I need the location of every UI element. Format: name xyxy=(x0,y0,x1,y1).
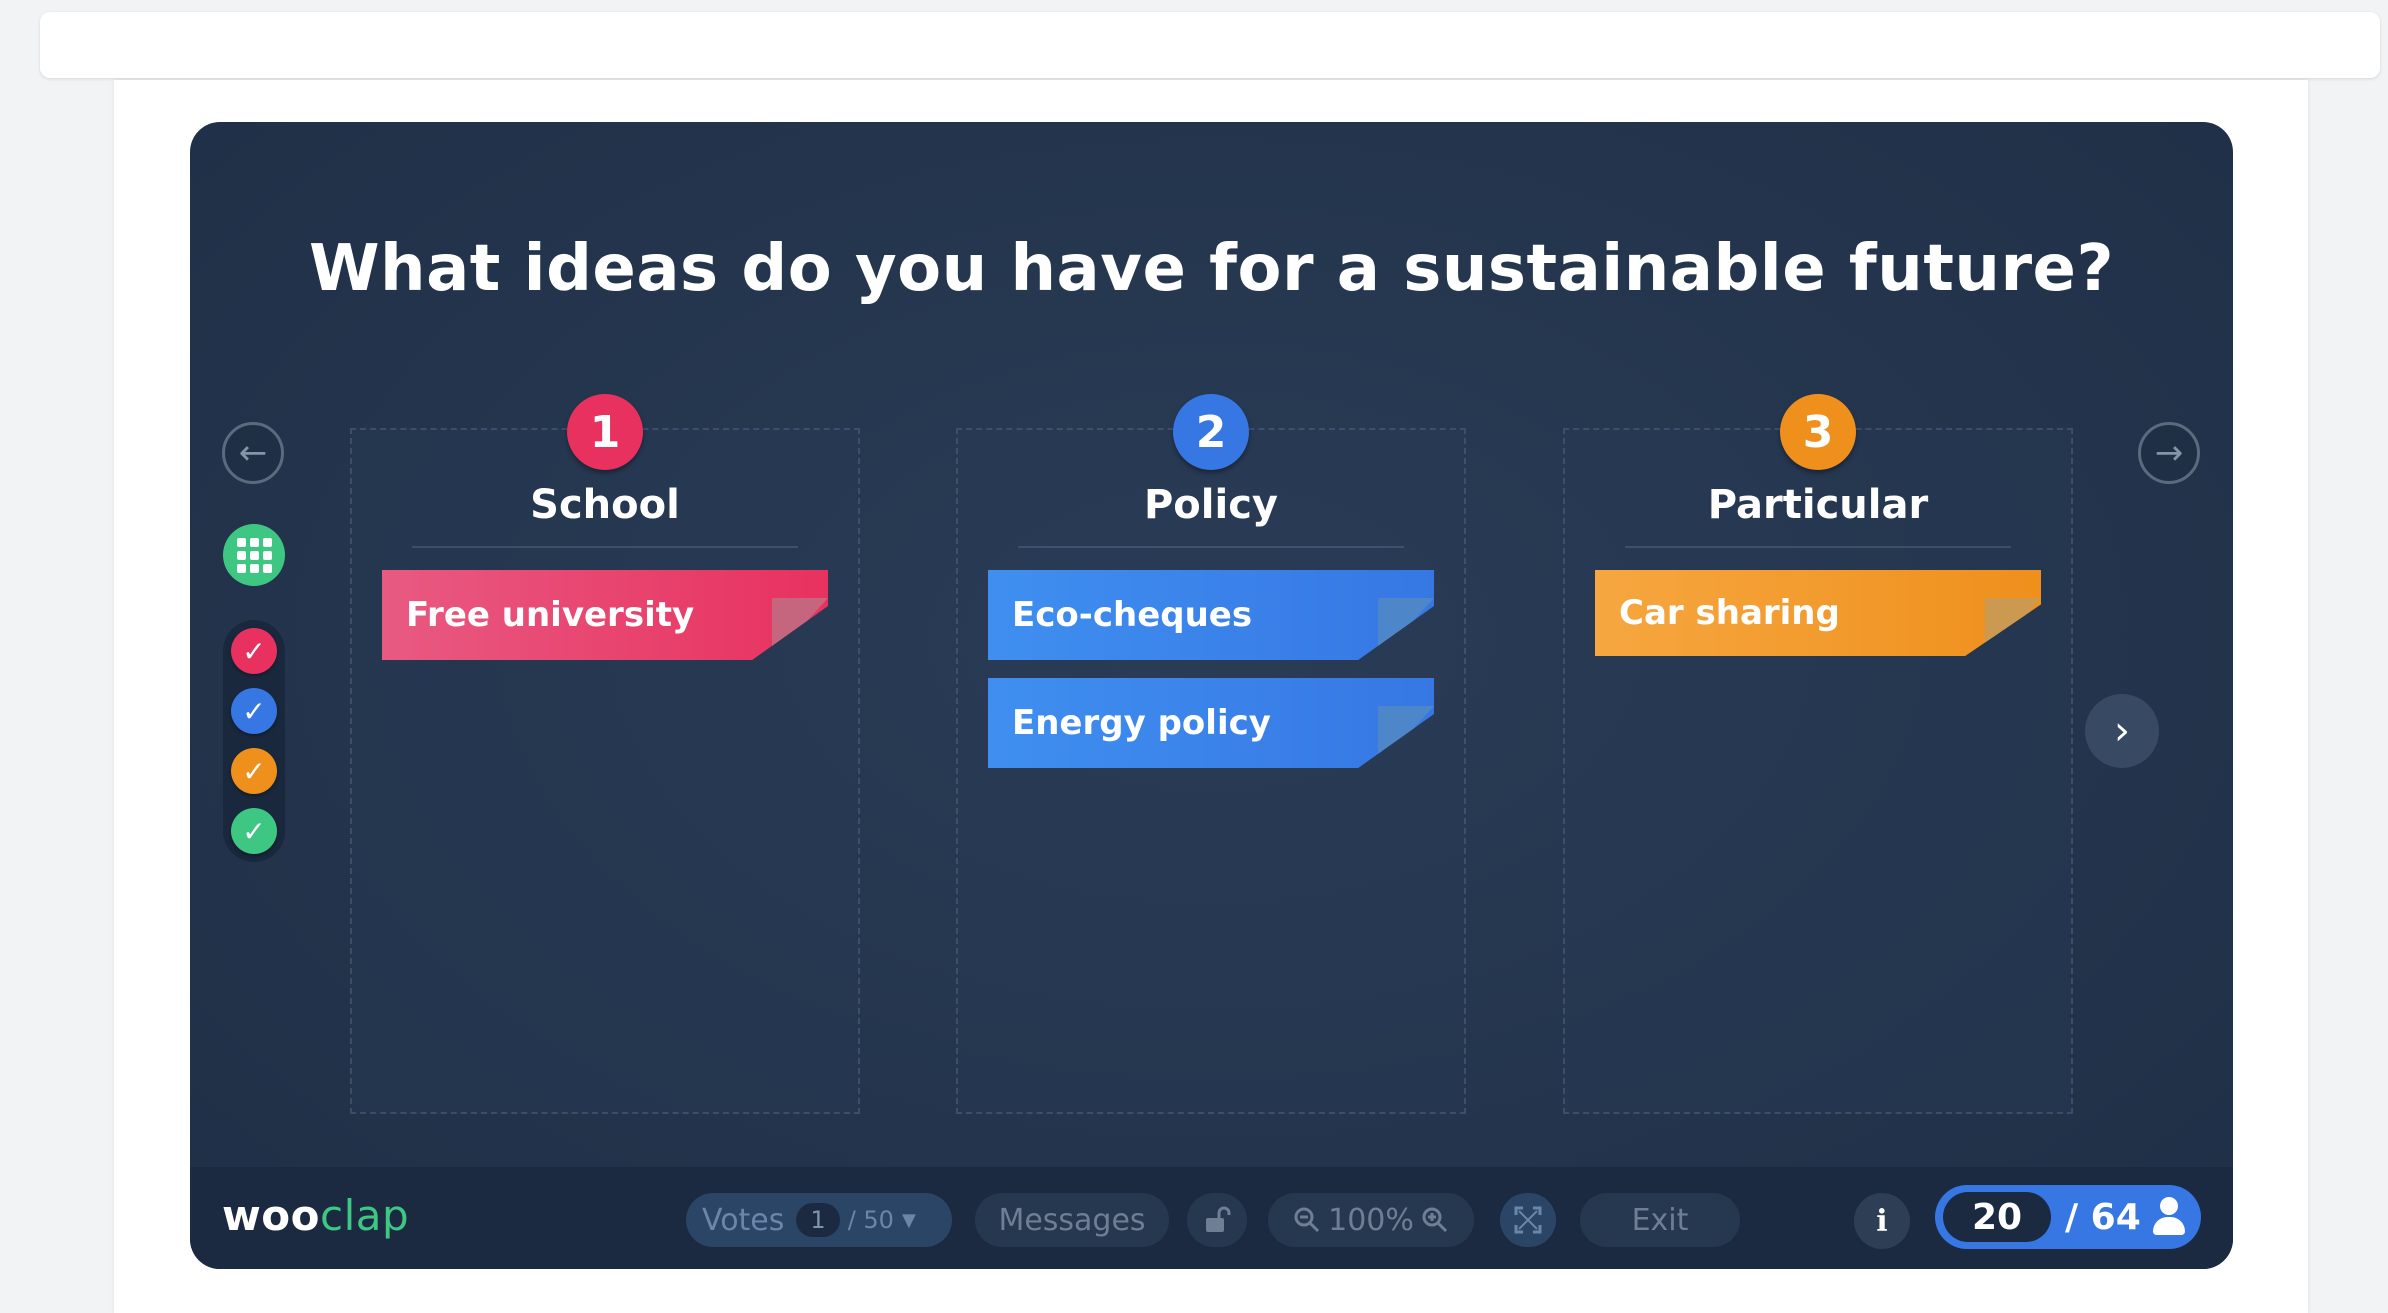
idea-text: Free university xyxy=(406,595,695,635)
category-title: Policy xyxy=(1143,482,1278,528)
votes-button[interactable]: Votes 1 / 50 ▼ xyxy=(686,1193,952,1247)
next-page-button[interactable]: › xyxy=(2085,694,2159,768)
arrow-right-icon: → xyxy=(2154,433,2184,473)
category-column-policy: 2 Policy Eco-cheques Energy policy xyxy=(956,394,1466,1114)
folded-corner xyxy=(772,598,828,660)
category-number-badge: 3 xyxy=(1780,394,1856,470)
chevron-right-icon: › xyxy=(2114,708,2130,754)
grid-icon xyxy=(236,537,272,573)
next-slide-button[interactable]: → xyxy=(2138,422,2200,484)
wooclap-logo: wooclap xyxy=(222,1191,410,1240)
messages-button[interactable]: Messages xyxy=(975,1193,1169,1247)
category-column-particular: 3 Particular Car sharing xyxy=(1563,394,2073,1114)
divider xyxy=(412,546,798,548)
unlock-icon xyxy=(1206,1206,1231,1232)
filter-check-green[interactable]: ✓ xyxy=(231,808,277,854)
check-icon: ✓ xyxy=(242,814,266,848)
idea-sticky-note[interactable]: Car sharing xyxy=(1595,570,2041,656)
exit-button[interactable]: Exit xyxy=(1580,1193,1740,1247)
zoom-in-icon[interactable] xyxy=(1420,1205,1450,1235)
category-column-school: 1 School Free university xyxy=(350,394,860,1114)
presentation-slide: What ideas do you have for a sustainable… xyxy=(190,122,2233,1269)
chevron-down-icon: ▼ xyxy=(901,1209,916,1231)
user-icon xyxy=(2151,1197,2187,1237)
idea-sticky-note[interactable]: Free university xyxy=(382,570,828,660)
unlock-button[interactable] xyxy=(1187,1193,1247,1247)
idea-text: Energy policy xyxy=(1012,703,1271,743)
divider xyxy=(1018,546,1404,548)
participants-current: 20 xyxy=(1943,1192,2051,1242)
folded-corner xyxy=(1378,598,1434,660)
folded-corner xyxy=(1378,706,1434,768)
previous-slide-button[interactable]: ← xyxy=(222,422,284,484)
check-icon: ✓ xyxy=(242,754,266,788)
idea-text: Car sharing xyxy=(1619,593,1840,633)
zoom-out-icon[interactable] xyxy=(1292,1205,1322,1235)
browser-top-bar xyxy=(40,12,2380,78)
grid-view-button[interactable] xyxy=(223,524,285,586)
check-icon: ✓ xyxy=(242,634,266,668)
info-icon: i xyxy=(1876,1203,1888,1239)
filter-check-red[interactable]: ✓ xyxy=(231,628,277,674)
category-number-badge: 2 xyxy=(1173,394,1249,470)
votes-total: / 50 xyxy=(847,1206,894,1234)
folded-corner xyxy=(1985,598,2041,656)
filter-check-orange[interactable]: ✓ xyxy=(231,748,277,794)
presenter-toolbar: wooclap Votes 1 / 50 ▼ Messages 100% Exi… xyxy=(190,1167,2233,1269)
category-number-badge: 1 xyxy=(567,394,643,470)
fullscreen-button[interactable] xyxy=(1500,1193,1556,1247)
check-icon: ✓ xyxy=(242,694,266,728)
filter-check-blue[interactable]: ✓ xyxy=(231,688,277,734)
info-button[interactable]: i xyxy=(1854,1193,1910,1249)
idea-text: Eco-cheques xyxy=(1012,595,1253,635)
category-filter-stack: ✓ ✓ ✓ ✓ xyxy=(223,620,285,862)
exit-label: Exit xyxy=(1631,1202,1689,1238)
votes-count: 1 xyxy=(796,1203,840,1237)
question-title: What ideas do you have for a sustainable… xyxy=(308,232,2115,306)
votes-label: Votes xyxy=(702,1202,785,1238)
arrow-left-icon: ← xyxy=(238,433,268,473)
messages-label: Messages xyxy=(998,1202,1146,1238)
idea-sticky-note[interactable]: Energy policy xyxy=(988,678,1434,768)
divider xyxy=(1625,546,2011,548)
participants-counter[interactable]: 20 / 64 xyxy=(1935,1185,2201,1249)
participants-total: / 64 xyxy=(2065,1196,2141,1238)
category-title: School xyxy=(530,482,680,528)
idea-sticky-note[interactable]: Eco-cheques xyxy=(988,570,1434,660)
zoom-level: 100% xyxy=(1328,1202,1414,1238)
category-title: Particular xyxy=(1707,482,1929,528)
fullscreen-icon xyxy=(1514,1206,1542,1234)
zoom-control: 100% xyxy=(1268,1193,1474,1247)
